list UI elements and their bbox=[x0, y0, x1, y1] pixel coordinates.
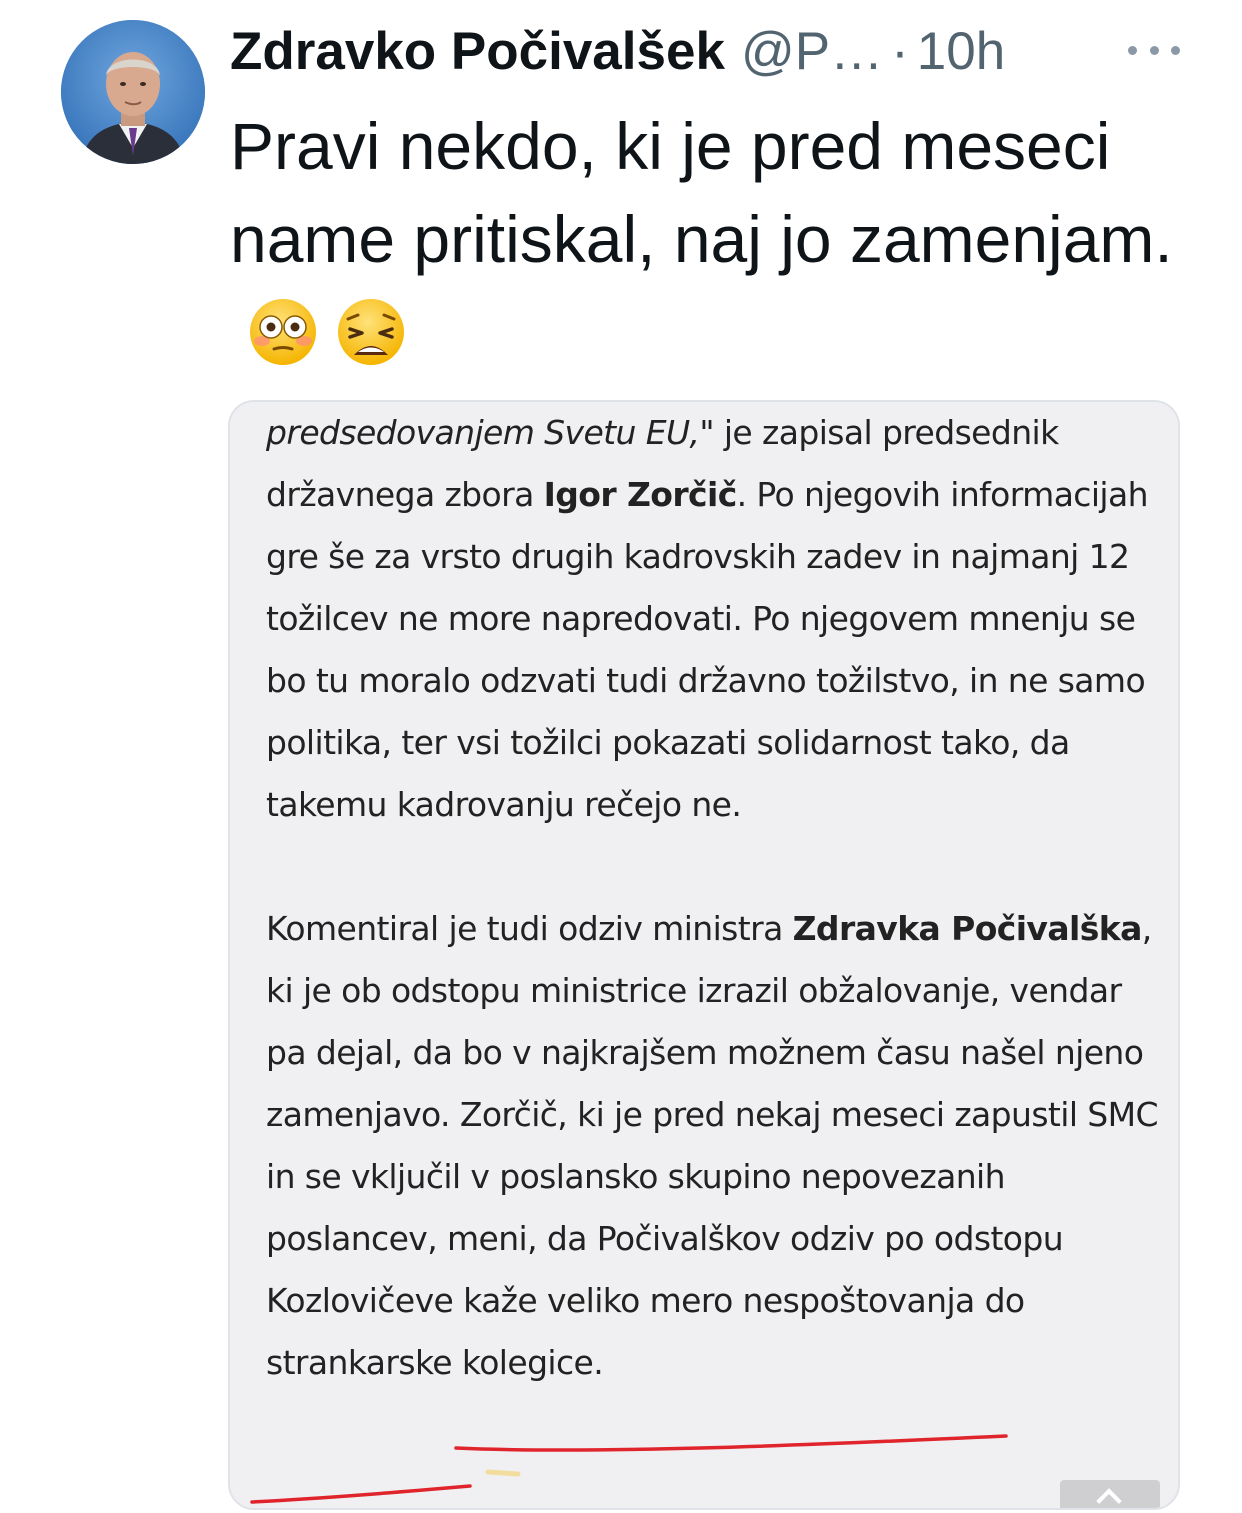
chevron-up-icon bbox=[1096, 1488, 1122, 1508]
author-name[interactable]: Zdravko Počivalšek bbox=[230, 21, 725, 82]
author-handle[interactable]: @P… bbox=[741, 21, 883, 82]
more-dot bbox=[1149, 45, 1159, 55]
avatar-photo bbox=[61, 20, 205, 164]
tweet-header: Zdravko Počivalšek @P… · 10h bbox=[230, 18, 1005, 84]
article-text: . Po njegovih informacijah gre še za vrs… bbox=[266, 475, 1149, 824]
name-bold: Igor Zorčič bbox=[543, 475, 738, 514]
scroll-to-top-button[interactable] bbox=[1060, 1480, 1160, 1508]
flushed-face-emoji bbox=[250, 299, 316, 365]
article-text: Komentiral je tudi odziv ministra bbox=[266, 909, 793, 948]
tweet-text: Pravi nekdo, ki je pred meseci name prit… bbox=[230, 100, 1190, 379]
article-paragraph: predsedovanjem Svetu EU," je zapisal pre… bbox=[266, 402, 1166, 836]
tweet-text-content: Pravi nekdo, ki je pred meseci name prit… bbox=[230, 109, 1173, 276]
timestamp[interactable]: 10h bbox=[917, 21, 1005, 82]
avatar[interactable] bbox=[61, 20, 205, 164]
article-paragraph: Komentiral je tudi odziv ministra Zdravk… bbox=[266, 898, 1166, 1394]
tweet[interactable]: Zdravko Počivalšek @P… · 10h Pravi nekdo… bbox=[0, 0, 1242, 1513]
more-options-icon[interactable] bbox=[1128, 38, 1180, 62]
weary-face-emoji bbox=[338, 299, 404, 365]
separator-dot: · bbox=[891, 21, 909, 81]
image-attachment[interactable]: predsedovanjem Svetu EU," je zapisal pre… bbox=[228, 400, 1180, 1510]
more-dot bbox=[1128, 45, 1137, 55]
article-screenshot: predsedovanjem Svetu EU," je zapisal pre… bbox=[266, 402, 1166, 1394]
quote-italic: predsedovanjem Svetu EU," bbox=[266, 413, 715, 452]
article-text: , ki je ob odstopu ministrice izrazil ob… bbox=[266, 909, 1159, 1382]
more-dot bbox=[1171, 45, 1180, 55]
name-bold: Zdravka Počivalška bbox=[792, 909, 1143, 948]
